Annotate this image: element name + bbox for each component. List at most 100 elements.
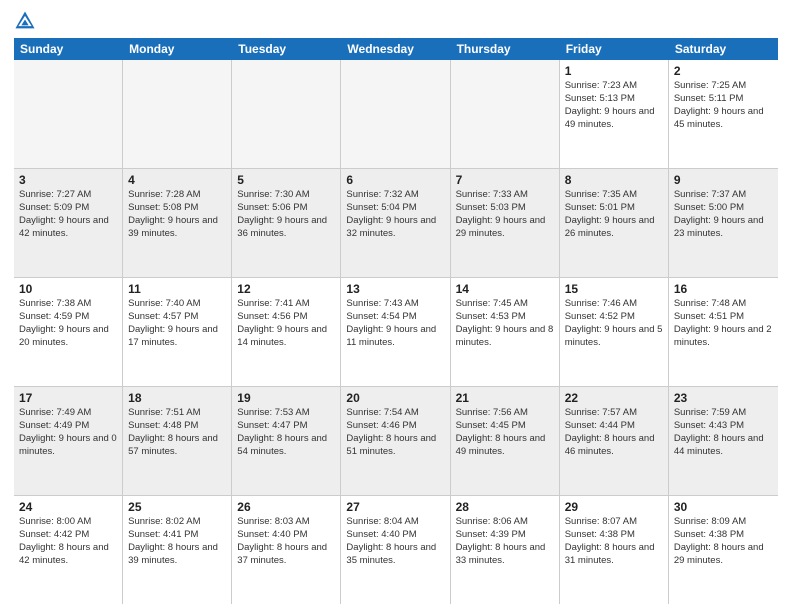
header-day-saturday: Saturday — [669, 38, 778, 60]
day-info: Sunrise: 7:25 AM Sunset: 5:11 PM Dayligh… — [674, 80, 764, 129]
page: SundayMondayTuesdayWednesdayThursdayFrid… — [0, 0, 792, 612]
day-info: Sunrise: 7:33 AM Sunset: 5:03 PM Dayligh… — [456, 189, 546, 238]
day-number: 9 — [674, 172, 773, 188]
day-cell-27: 27Sunrise: 8:04 AM Sunset: 4:40 PM Dayli… — [341, 496, 450, 604]
day-cell-28: 28Sunrise: 8:06 AM Sunset: 4:39 PM Dayli… — [451, 496, 560, 604]
day-info: Sunrise: 7:56 AM Sunset: 4:45 PM Dayligh… — [456, 407, 546, 456]
day-cell-6: 6Sunrise: 7:32 AM Sunset: 5:04 PM Daylig… — [341, 169, 450, 277]
day-info: Sunrise: 7:49 AM Sunset: 4:49 PM Dayligh… — [19, 407, 117, 456]
day-cell-8: 8Sunrise: 7:35 AM Sunset: 5:01 PM Daylig… — [560, 169, 669, 277]
day-info: Sunrise: 7:23 AM Sunset: 5:13 PM Dayligh… — [565, 80, 655, 129]
day-number: 1 — [565, 63, 663, 79]
calendar-header: SundayMondayTuesdayWednesdayThursdayFrid… — [14, 38, 778, 60]
day-info: Sunrise: 7:41 AM Sunset: 4:56 PM Dayligh… — [237, 298, 327, 347]
day-number: 23 — [674, 390, 773, 406]
calendar-row: 3Sunrise: 7:27 AM Sunset: 5:09 PM Daylig… — [14, 169, 778, 278]
calendar-row: 17Sunrise: 7:49 AM Sunset: 4:49 PM Dayli… — [14, 387, 778, 496]
day-cell-21: 21Sunrise: 7:56 AM Sunset: 4:45 PM Dayli… — [451, 387, 560, 495]
day-info: Sunrise: 7:27 AM Sunset: 5:09 PM Dayligh… — [19, 189, 109, 238]
day-cell-1: 1Sunrise: 7:23 AM Sunset: 5:13 PM Daylig… — [560, 60, 669, 168]
day-info: Sunrise: 7:32 AM Sunset: 5:04 PM Dayligh… — [346, 189, 436, 238]
day-number: 2 — [674, 63, 773, 79]
day-cell-9: 9Sunrise: 7:37 AM Sunset: 5:00 PM Daylig… — [669, 169, 778, 277]
day-info: Sunrise: 7:57 AM Sunset: 4:44 PM Dayligh… — [565, 407, 655, 456]
day-number: 27 — [346, 499, 444, 515]
header-day-monday: Monday — [123, 38, 232, 60]
day-cell-22: 22Sunrise: 7:57 AM Sunset: 4:44 PM Dayli… — [560, 387, 669, 495]
day-info: Sunrise: 7:37 AM Sunset: 5:00 PM Dayligh… — [674, 189, 764, 238]
header-day-sunday: Sunday — [14, 38, 123, 60]
day-number: 15 — [565, 281, 663, 297]
day-cell-29: 29Sunrise: 8:07 AM Sunset: 4:38 PM Dayli… — [560, 496, 669, 604]
day-info: Sunrise: 7:38 AM Sunset: 4:59 PM Dayligh… — [19, 298, 109, 347]
day-info: Sunrise: 8:06 AM Sunset: 4:39 PM Dayligh… — [456, 516, 546, 565]
day-cell-3: 3Sunrise: 7:27 AM Sunset: 5:09 PM Daylig… — [14, 169, 123, 277]
header — [14, 10, 778, 32]
day-cell-4: 4Sunrise: 7:28 AM Sunset: 5:08 PM Daylig… — [123, 169, 232, 277]
day-number: 11 — [128, 281, 226, 297]
day-cell-5: 5Sunrise: 7:30 AM Sunset: 5:06 PM Daylig… — [232, 169, 341, 277]
day-cell-24: 24Sunrise: 8:00 AM Sunset: 4:42 PM Dayli… — [14, 496, 123, 604]
day-number: 18 — [128, 390, 226, 406]
day-info: Sunrise: 7:54 AM Sunset: 4:46 PM Dayligh… — [346, 407, 436, 456]
day-info: Sunrise: 7:51 AM Sunset: 4:48 PM Dayligh… — [128, 407, 218, 456]
day-cell-18: 18Sunrise: 7:51 AM Sunset: 4:48 PM Dayli… — [123, 387, 232, 495]
day-cell-25: 25Sunrise: 8:02 AM Sunset: 4:41 PM Dayli… — [123, 496, 232, 604]
day-number: 7 — [456, 172, 554, 188]
day-info: Sunrise: 7:53 AM Sunset: 4:47 PM Dayligh… — [237, 407, 327, 456]
day-cell-16: 16Sunrise: 7:48 AM Sunset: 4:51 PM Dayli… — [669, 278, 778, 386]
calendar: SundayMondayTuesdayWednesdayThursdayFrid… — [14, 38, 778, 604]
day-number: 24 — [19, 499, 117, 515]
empty-cell — [123, 60, 232, 168]
day-info: Sunrise: 7:59 AM Sunset: 4:43 PM Dayligh… — [674, 407, 764, 456]
day-info: Sunrise: 7:30 AM Sunset: 5:06 PM Dayligh… — [237, 189, 327, 238]
day-info: Sunrise: 8:07 AM Sunset: 4:38 PM Dayligh… — [565, 516, 655, 565]
day-cell-19: 19Sunrise: 7:53 AM Sunset: 4:47 PM Dayli… — [232, 387, 341, 495]
day-number: 13 — [346, 281, 444, 297]
empty-cell — [341, 60, 450, 168]
day-info: Sunrise: 8:09 AM Sunset: 4:38 PM Dayligh… — [674, 516, 764, 565]
day-info: Sunrise: 8:03 AM Sunset: 4:40 PM Dayligh… — [237, 516, 327, 565]
day-info: Sunrise: 7:28 AM Sunset: 5:08 PM Dayligh… — [128, 189, 218, 238]
empty-cell — [451, 60, 560, 168]
day-info: Sunrise: 8:02 AM Sunset: 4:41 PM Dayligh… — [128, 516, 218, 565]
day-number: 28 — [456, 499, 554, 515]
calendar-row: 24Sunrise: 8:00 AM Sunset: 4:42 PM Dayli… — [14, 496, 778, 604]
day-number: 3 — [19, 172, 117, 188]
day-number: 26 — [237, 499, 335, 515]
day-number: 8 — [565, 172, 663, 188]
day-number: 21 — [456, 390, 554, 406]
day-info: Sunrise: 7:43 AM Sunset: 4:54 PM Dayligh… — [346, 298, 436, 347]
logo — [14, 10, 40, 32]
day-info: Sunrise: 7:48 AM Sunset: 4:51 PM Dayligh… — [674, 298, 772, 347]
day-cell-20: 20Sunrise: 7:54 AM Sunset: 4:46 PM Dayli… — [341, 387, 450, 495]
day-cell-23: 23Sunrise: 7:59 AM Sunset: 4:43 PM Dayli… — [669, 387, 778, 495]
day-number: 30 — [674, 499, 773, 515]
day-number: 12 — [237, 281, 335, 297]
day-cell-11: 11Sunrise: 7:40 AM Sunset: 4:57 PM Dayli… — [123, 278, 232, 386]
empty-cell — [232, 60, 341, 168]
header-day-tuesday: Tuesday — [232, 38, 341, 60]
day-cell-10: 10Sunrise: 7:38 AM Sunset: 4:59 PM Dayli… — [14, 278, 123, 386]
day-info: Sunrise: 8:04 AM Sunset: 4:40 PM Dayligh… — [346, 516, 436, 565]
header-day-friday: Friday — [560, 38, 669, 60]
day-number: 5 — [237, 172, 335, 188]
day-number: 19 — [237, 390, 335, 406]
header-day-wednesday: Wednesday — [341, 38, 450, 60]
calendar-body: 1Sunrise: 7:23 AM Sunset: 5:13 PM Daylig… — [14, 60, 778, 604]
day-cell-26: 26Sunrise: 8:03 AM Sunset: 4:40 PM Dayli… — [232, 496, 341, 604]
day-cell-2: 2Sunrise: 7:25 AM Sunset: 5:11 PM Daylig… — [669, 60, 778, 168]
day-cell-14: 14Sunrise: 7:45 AM Sunset: 4:53 PM Dayli… — [451, 278, 560, 386]
day-number: 25 — [128, 499, 226, 515]
day-info: Sunrise: 7:45 AM Sunset: 4:53 PM Dayligh… — [456, 298, 554, 347]
day-number: 22 — [565, 390, 663, 406]
day-number: 17 — [19, 390, 117, 406]
day-cell-15: 15Sunrise: 7:46 AM Sunset: 4:52 PM Dayli… — [560, 278, 669, 386]
empty-cell — [14, 60, 123, 168]
day-number: 10 — [19, 281, 117, 297]
day-number: 29 — [565, 499, 663, 515]
day-cell-13: 13Sunrise: 7:43 AM Sunset: 4:54 PM Dayli… — [341, 278, 450, 386]
day-number: 14 — [456, 281, 554, 297]
day-number: 16 — [674, 281, 773, 297]
day-info: Sunrise: 7:35 AM Sunset: 5:01 PM Dayligh… — [565, 189, 655, 238]
